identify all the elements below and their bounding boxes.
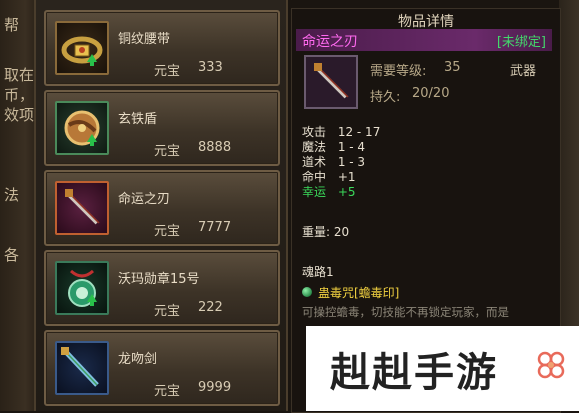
shop-item-belt[interactable]: 铜纹腰带 元宝 333	[44, 10, 280, 86]
required-level-label: 需要等级:	[370, 64, 427, 79]
upgrade-arrow-icon	[87, 54, 97, 66]
item-name: 命运之刃	[118, 192, 171, 207]
upgrade-arrow-icon	[87, 294, 97, 306]
shop-item-list: 铜纹腰带 元宝 333 玄铁盾 元宝 8888 命运之刃 元宝 7777 沃玛勋…	[34, 0, 288, 411]
durability-value: 20/20	[412, 86, 450, 101]
durability-label: 持久:	[370, 90, 401, 105]
belt-icon	[55, 21, 109, 75]
background-text-fragment: 币，	[4, 86, 35, 104]
price-label: 元宝	[154, 304, 181, 319]
item-price: 222	[198, 300, 223, 315]
stat-value: 1 - 4	[337, 140, 366, 154]
gem-icon	[302, 287, 312, 297]
detail-item-name: 命运之刃	[302, 34, 358, 50]
stat-label: 幸运	[302, 185, 327, 199]
sword-icon	[55, 181, 109, 235]
stat-luck: 幸运 +5	[302, 183, 356, 200]
item-name: 沃玛勋章15号	[118, 272, 200, 287]
stat-value: 12 - 17	[337, 125, 381, 139]
shop-item-dragon-sword[interactable]: 龙吻剑 元宝 9999	[44, 330, 280, 406]
item-price: 8888	[198, 140, 232, 155]
watermark: 赳赳手游	[306, 326, 579, 411]
background-text-fragment: 法	[4, 186, 20, 204]
stat-value: +1	[337, 170, 356, 184]
price-label: 元宝	[154, 224, 181, 239]
item-type: 武器	[510, 64, 537, 79]
item-title-bar: 命运之刃 [未绑定]	[296, 29, 552, 51]
shield-icon	[55, 101, 109, 155]
item-price: 333	[198, 60, 223, 75]
price-label: 元宝	[154, 144, 181, 159]
price-label: 元宝	[154, 64, 181, 79]
watermark-text: 赳赳手游	[330, 350, 498, 396]
weight: 重量: 20	[302, 223, 349, 240]
shop-item-fate-blade[interactable]: 命运之刃 元宝 7777	[44, 170, 280, 246]
item-price: 7777	[198, 220, 232, 235]
bind-status: [未绑定]	[496, 35, 546, 50]
item-name: 铜纹腰带	[118, 32, 171, 47]
item-name: 玄铁盾	[118, 112, 158, 127]
upgrade-arrow-icon	[87, 134, 97, 146]
price-label: 元宝	[154, 384, 181, 399]
stat-value: +5	[337, 185, 356, 199]
skill-name: 蛊毒咒[蟾毒印]	[318, 286, 400, 300]
watermark-logo-icon	[537, 351, 565, 379]
dragon-sword-icon	[55, 341, 109, 395]
background-text-fragment: 效项	[4, 106, 35, 124]
required-level-value: 35	[444, 60, 461, 75]
weight-value: 20	[333, 225, 350, 239]
weight-label: 重量:	[302, 225, 331, 239]
medal-icon	[55, 261, 109, 315]
skill-description: 可操控蟾毒，切技能不再锁定玩家，而是	[302, 305, 509, 319]
item-name: 龙吻剑	[118, 352, 158, 367]
background-text-fragment: 取在	[4, 66, 35, 84]
shop-item-shield[interactable]: 玄铁盾 元宝 8888	[44, 90, 280, 166]
stat-value: 1 - 3	[337, 155, 366, 169]
item-price: 9999	[198, 380, 232, 395]
soul-path-label: 魂路1	[302, 265, 334, 279]
shop-item-medal[interactable]: 沃玛勋章15号 元宝 222	[44, 250, 280, 326]
background-text-fragment: 各	[4, 246, 20, 264]
background-text-fragment: 帮	[4, 16, 20, 34]
sword-icon	[304, 55, 358, 109]
